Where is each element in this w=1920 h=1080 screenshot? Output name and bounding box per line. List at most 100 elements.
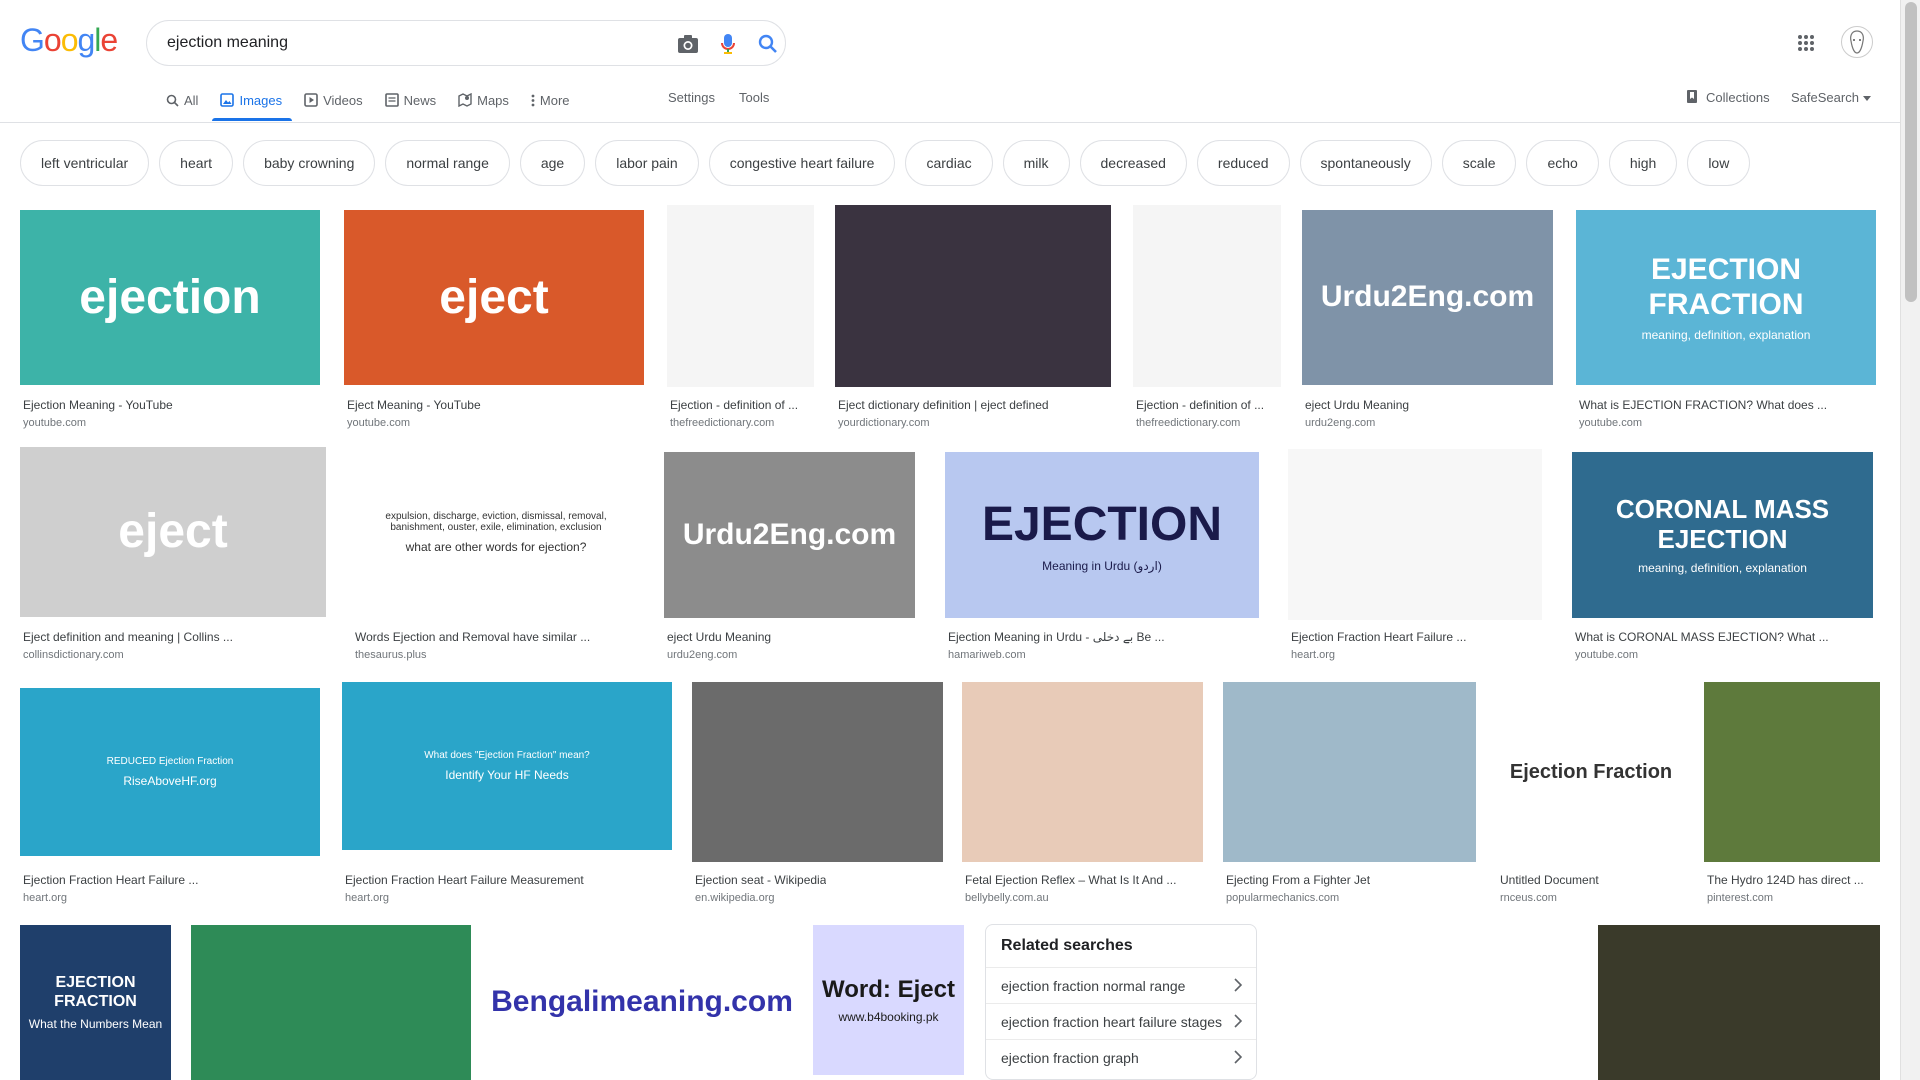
image-result-title[interactable]: What is EJECTION FRACTION? What does ... bbox=[1579, 398, 1827, 412]
image-result-title[interactable]: The Hydro 124D has direct ... bbox=[1707, 873, 1864, 887]
image-result-source[interactable]: rnceus.com bbox=[1500, 892, 1557, 904]
image-result-title[interactable]: Fetal Ejection Reflex – What Is It And .… bbox=[965, 873, 1176, 887]
image-result[interactable]: EJECTION Meaning in Urdu (اردو) bbox=[945, 452, 1259, 618]
image-result-source[interactable]: heart.org bbox=[345, 892, 389, 904]
image-thumbnail[interactable] bbox=[1598, 925, 1880, 1080]
chip-left-ventricular[interactable]: left ventricular bbox=[20, 140, 150, 186]
image-result-source[interactable]: popularmechanics.com bbox=[1226, 892, 1339, 904]
image-result[interactable] bbox=[1223, 682, 1476, 862]
image-thumbnail[interactable]: Bengalimeaning.com bbox=[491, 925, 793, 1080]
image-thumbnail[interactable]: eject bbox=[344, 210, 644, 385]
camera-icon[interactable] bbox=[675, 31, 701, 57]
tools-link[interactable]: Tools bbox=[739, 90, 769, 105]
image-result-title[interactable]: eject Urdu Meaning bbox=[1305, 398, 1409, 412]
search-box[interactable]: ejection meaning bbox=[146, 20, 786, 66]
chip-normal-range[interactable]: normal range bbox=[385, 140, 510, 186]
image-result-source[interactable]: thefreedictionary.com bbox=[1136, 417, 1240, 429]
image-thumbnail[interactable] bbox=[962, 682, 1203, 862]
image-result-source[interactable]: heart.org bbox=[1291, 649, 1335, 661]
image-result[interactable]: Urdu2Eng.com bbox=[664, 452, 915, 618]
image-result-source[interactable]: en.wikipedia.org bbox=[695, 892, 775, 904]
apps-grid-icon[interactable] bbox=[1797, 34, 1815, 52]
image-result-title[interactable]: Eject definition and meaning | Collins .… bbox=[23, 630, 233, 644]
chip-decreased[interactable]: decreased bbox=[1079, 140, 1187, 186]
image-thumbnail[interactable] bbox=[1133, 205, 1281, 387]
search-icon[interactable] bbox=[755, 31, 781, 57]
image-result[interactable] bbox=[1598, 925, 1880, 1080]
image-result[interactable] bbox=[692, 682, 943, 862]
tab-videos[interactable]: Videos bbox=[304, 90, 375, 110]
chip-baby-crowning[interactable]: baby crowning bbox=[243, 140, 376, 186]
image-result[interactable]: eject bbox=[20, 447, 326, 617]
image-result-source[interactable]: collinsdictionary.com bbox=[23, 649, 124, 661]
image-result[interactable]: Bengalimeaning.com bbox=[491, 925, 793, 1080]
image-result-source[interactable]: heart.org bbox=[23, 892, 67, 904]
image-result-title[interactable]: What is CORONAL MASS EJECTION? What ... bbox=[1575, 630, 1829, 644]
image-result-source[interactable]: youtube.com bbox=[347, 417, 410, 429]
safesearch-dropdown[interactable]: SafeSearch bbox=[1791, 90, 1871, 105]
image-thumbnail[interactable]: eject bbox=[20, 447, 326, 617]
image-result[interactable]: EJECTION FRACTION meaning, definition, ex… bbox=[1576, 210, 1876, 385]
chip-cardiac[interactable]: cardiac bbox=[905, 140, 993, 186]
image-thumbnail[interactable] bbox=[1276, 925, 1578, 1080]
image-thumbnail[interactable]: CORONAL MASS EJECTION meaning, definition… bbox=[1572, 452, 1873, 618]
image-result-source[interactable]: youtube.com bbox=[23, 417, 86, 429]
image-result-source[interactable]: thesaurus.plus bbox=[355, 649, 427, 661]
image-result-source[interactable]: bellybelly.com.au bbox=[965, 892, 1049, 904]
related-search-item[interactable]: ejection fraction graph bbox=[986, 1039, 1256, 1075]
image-result[interactable]: Urdu2Eng.com bbox=[1302, 210, 1553, 385]
tab-images[interactable]: Images bbox=[212, 90, 294, 121]
tab-news[interactable]: News bbox=[384, 90, 449, 110]
image-result[interactable]: expulsion, discharge, eviction, dismissa… bbox=[352, 447, 640, 617]
image-result[interactable] bbox=[191, 925, 471, 1080]
image-thumbnail[interactable] bbox=[191, 925, 471, 1080]
chip-milk[interactable]: milk bbox=[1002, 140, 1070, 186]
tab-all[interactable]: All bbox=[166, 90, 210, 110]
image-result-title[interactable]: eject Urdu Meaning bbox=[667, 630, 771, 644]
image-result-source[interactable]: yourdictionary.com bbox=[838, 417, 930, 429]
chip-reduced[interactable]: reduced bbox=[1196, 140, 1290, 186]
image-result[interactable] bbox=[1704, 682, 1880, 862]
tab-more[interactable]: More bbox=[531, 90, 582, 110]
image-result-title[interactable]: Ejection Fraction Heart Failure ... bbox=[1291, 630, 1466, 644]
tab-maps[interactable]: Maps bbox=[458, 90, 521, 110]
scrollbar-thumb[interactable] bbox=[1905, 2, 1917, 302]
image-result[interactable]: Ejection Fraction bbox=[1497, 682, 1685, 862]
image-result-title[interactable]: Ejection seat - Wikipedia bbox=[695, 873, 826, 887]
image-result[interactable]: eject bbox=[344, 210, 644, 385]
image-result[interactable]: Word: Eject www.b4booking.pk bbox=[813, 925, 964, 1075]
image-thumbnail[interactable]: REDUCED Ejection Fraction RiseAboveHF.org bbox=[20, 688, 320, 856]
settings-link[interactable]: Settings bbox=[668, 90, 715, 105]
image-thumbnail[interactable] bbox=[835, 205, 1111, 387]
image-result[interactable] bbox=[962, 682, 1203, 862]
image-result-source[interactable]: urdu2eng.com bbox=[667, 649, 737, 661]
image-result[interactable] bbox=[1133, 205, 1281, 387]
related-search-item[interactable]: ejection fraction heart failure stages bbox=[986, 1003, 1256, 1039]
image-result[interactable] bbox=[1288, 449, 1542, 620]
image-result[interactable]: What does "Ejection Fraction" mean? Ident… bbox=[342, 682, 672, 850]
image-result-source[interactable]: urdu2eng.com bbox=[1305, 417, 1375, 429]
avatar[interactable] bbox=[1841, 26, 1873, 58]
image-result-title[interactable]: Ejection Fraction Heart Failure Measurem… bbox=[345, 873, 584, 887]
image-thumbnail[interactable]: Urdu2Eng.com bbox=[1302, 210, 1553, 385]
image-result[interactable] bbox=[667, 205, 814, 387]
image-result-source[interactable]: youtube.com bbox=[1575, 649, 1638, 661]
search-input[interactable]: ejection meaning bbox=[167, 34, 288, 52]
image-result-source[interactable]: thefreedictionary.com bbox=[670, 417, 774, 429]
image-result-title[interactable]: Ejection - definition of ... bbox=[1136, 398, 1264, 412]
microphone-icon[interactable] bbox=[715, 31, 741, 57]
image-thumbnail[interactable]: ejection bbox=[20, 210, 320, 385]
image-result-source[interactable]: pinterest.com bbox=[1707, 892, 1773, 904]
image-thumbnail[interactable]: Word: Eject www.b4booking.pk bbox=[813, 925, 964, 1075]
image-thumbnail[interactable]: EJECTION Meaning in Urdu (اردو) bbox=[945, 452, 1259, 618]
image-result-title[interactable]: Ejection Meaning in Urdu - بے دخلی Be ..… bbox=[948, 630, 1165, 644]
image-result-title[interactable]: Ejection - definition of ... bbox=[670, 398, 798, 412]
image-result[interactable] bbox=[835, 205, 1111, 387]
chip-scale[interactable]: scale bbox=[1441, 140, 1517, 186]
image-result-title[interactable]: Ejection Fraction Heart Failure ... bbox=[23, 873, 198, 887]
image-result[interactable]: REDUCED Ejection Fraction RiseAboveHF.org bbox=[20, 688, 320, 856]
image-thumbnail[interactable]: Ejection Fraction bbox=[1497, 682, 1685, 862]
image-result-title[interactable]: Ejecting From a Fighter Jet bbox=[1226, 873, 1370, 887]
chip-age[interactable]: age bbox=[519, 140, 586, 186]
chip-heart[interactable]: heart bbox=[159, 140, 234, 186]
